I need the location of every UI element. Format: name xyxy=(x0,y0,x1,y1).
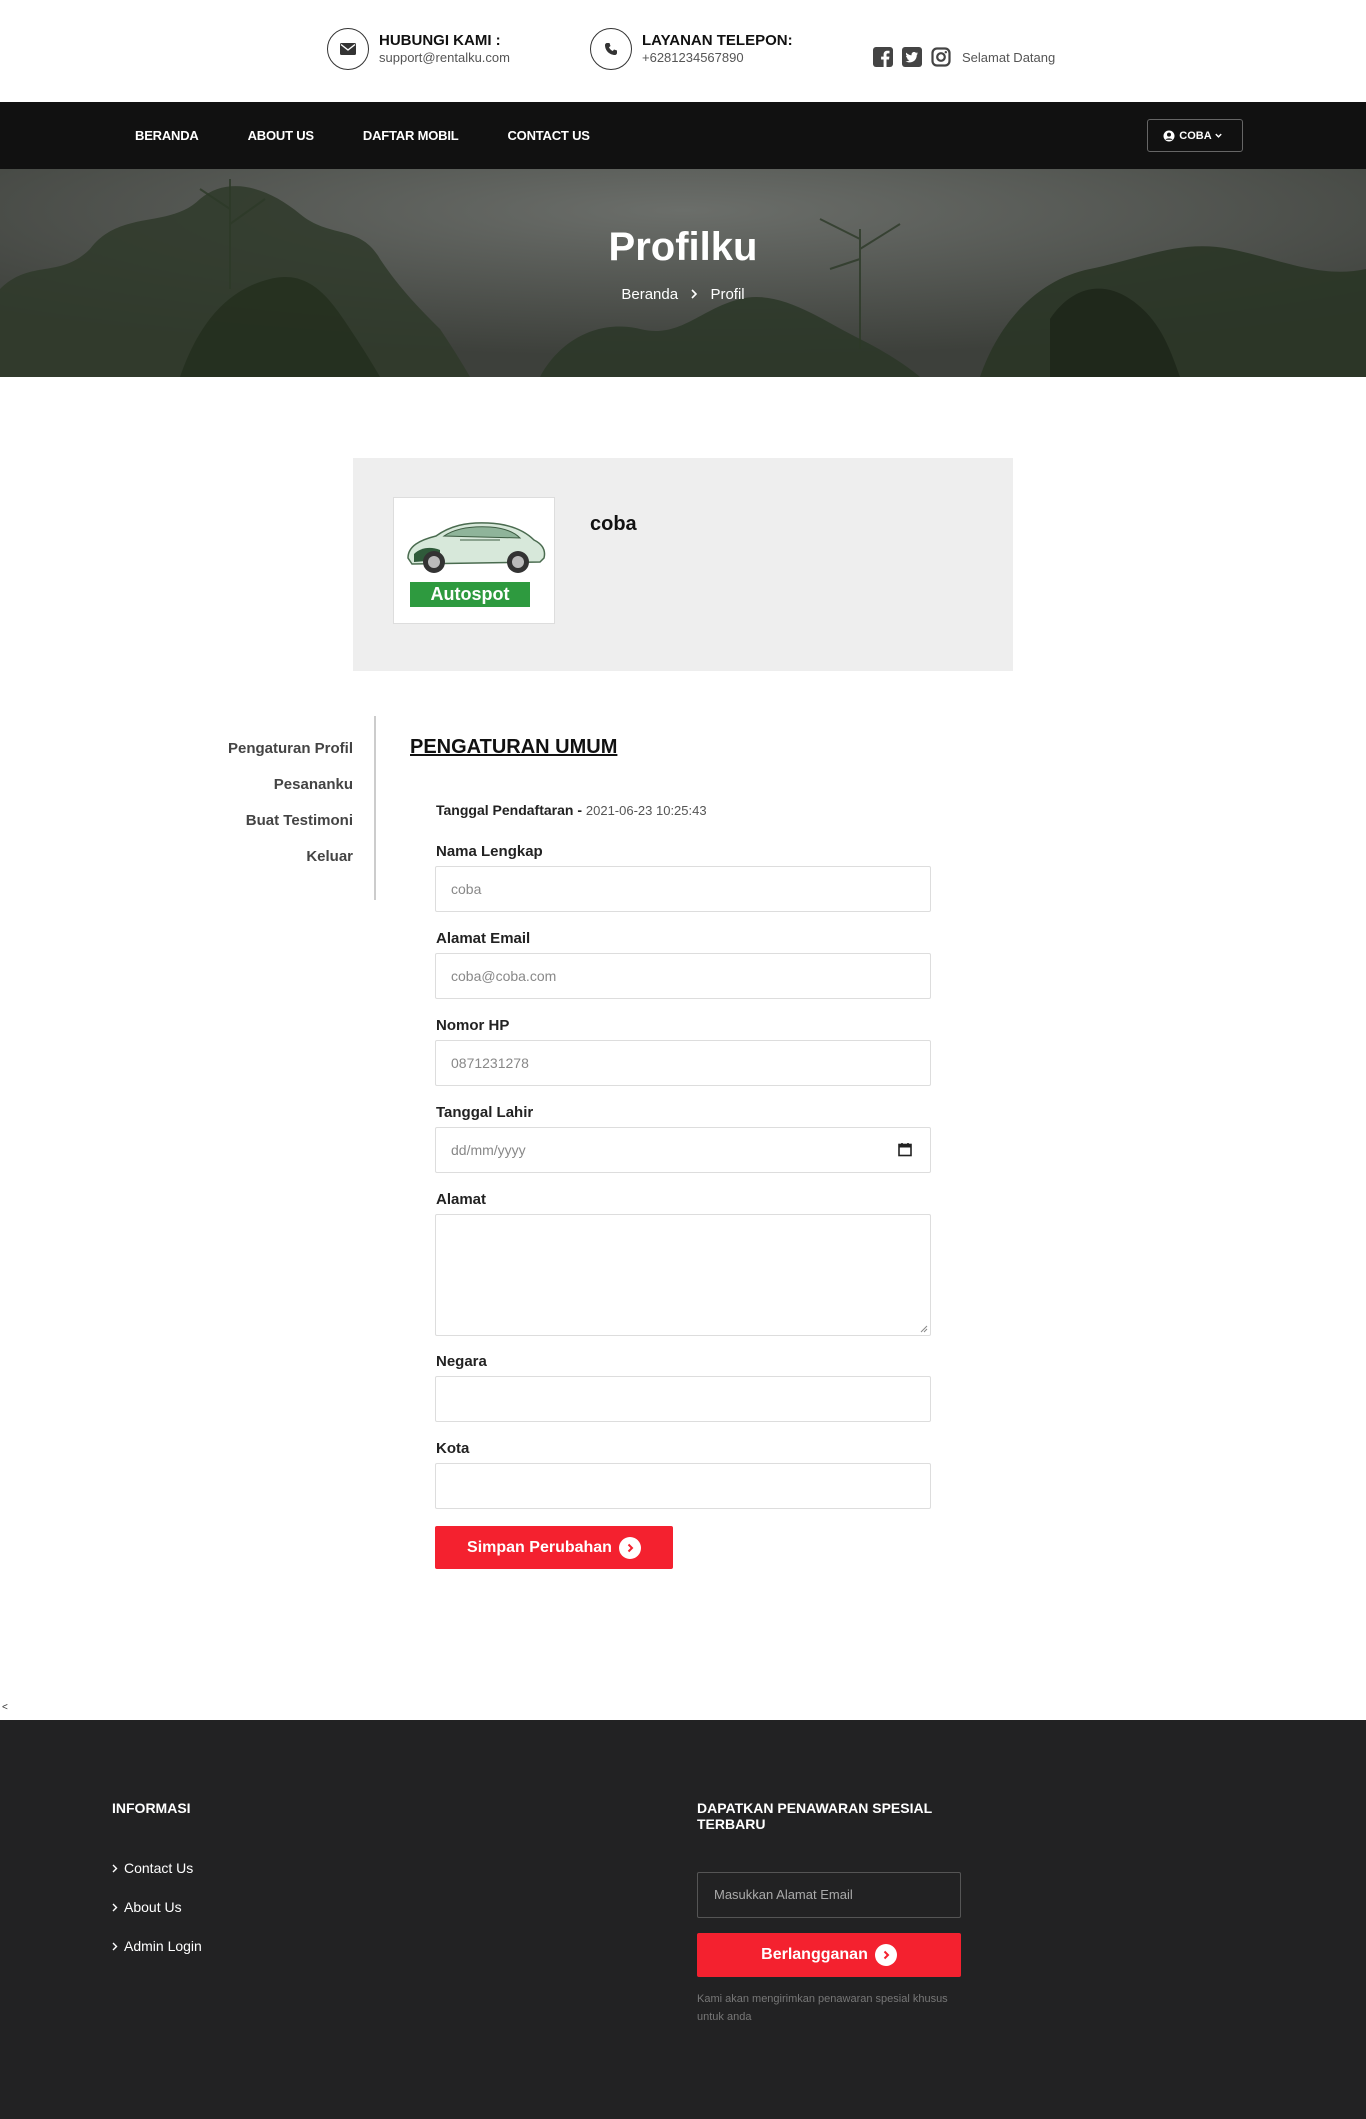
footer-info-title: INFORMASI xyxy=(112,1800,191,1816)
save-changes-label: Simpan Perubahan xyxy=(467,1538,612,1556)
newsletter-email-input[interactable]: Masukkan Alamat Email xyxy=(697,1872,961,1918)
phone-icon xyxy=(590,28,632,70)
footer: INFORMASI Contact Us About Us Admin Logi… xyxy=(0,1720,1366,2119)
subscribe-button[interactable]: Berlangganan xyxy=(697,1933,961,1977)
footer-link-label: Contact Us xyxy=(124,1860,194,1876)
nav-item-beranda[interactable]: BERANDA xyxy=(135,128,199,143)
footer-link-admin-login[interactable]: Admin Login xyxy=(112,1938,202,1954)
nav-item-about-us[interactable]: ABOUT US xyxy=(248,128,314,143)
contact-phone-title: LAYANAN TELEPON: xyxy=(642,32,793,49)
email-field[interactable]: coba@coba.com xyxy=(435,953,931,999)
envelope-icon xyxy=(327,28,369,70)
phone-field[interactable]: 0871231278 xyxy=(435,1040,931,1086)
welcome-text: Selamat Datang xyxy=(962,49,1056,65)
save-changes-button[interactable]: Simpan Perubahan xyxy=(435,1526,673,1569)
contact-email-title: HUBUNGI KAMI : xyxy=(379,32,501,49)
user-dropdown-button[interactable]: COBA xyxy=(1147,119,1243,152)
chevron-right-icon xyxy=(112,1903,118,1911)
footer-link-about-us[interactable]: About Us xyxy=(112,1899,182,1915)
chevron-right-icon xyxy=(690,286,702,303)
contact-phone: LAYANAN TELEPON: +6281234567890 xyxy=(590,28,793,70)
contact-email-value[interactable]: support@rentalku.com xyxy=(379,50,510,66)
profile-username: coba xyxy=(590,513,637,535)
registration-date-label: Tanggal Pendaftaran - xyxy=(436,802,582,818)
birth-date-label: Tanggal Lahir xyxy=(436,1104,534,1121)
stray-character: < xyxy=(2,1702,8,1713)
side-item-pesananku[interactable]: Pesananku xyxy=(200,767,374,803)
section-title: PENGATURAN UMUM xyxy=(410,736,618,758)
subscribe-label: Berlangganan xyxy=(761,1946,868,1963)
user-circle-icon xyxy=(1163,130,1175,141)
twitter-icon[interactable] xyxy=(902,47,922,67)
breadcrumb: Beranda Profil xyxy=(0,286,1366,303)
page-title: Profilku xyxy=(608,225,758,269)
contact-email: HUBUNGI KAMI : support@rentalku.com xyxy=(327,28,510,70)
registration-date-value: 2021-06-23 10:25:43 xyxy=(585,803,707,818)
car-logo-icon xyxy=(407,522,546,573)
footer-link-contact-us[interactable]: Contact Us xyxy=(112,1860,193,1876)
arrow-right-icon xyxy=(618,1536,641,1559)
logo-label: Autospot xyxy=(410,582,530,607)
nav-item-contact-us[interactable]: CONTACT US xyxy=(507,128,589,143)
full-name-field[interactable]: coba xyxy=(435,866,931,912)
contact-phone-value[interactable]: +6281234567890 xyxy=(642,50,793,66)
calendar-icon[interactable] xyxy=(898,1142,912,1157)
birth-date-placeholder: dd/mm/yyyy xyxy=(451,1142,526,1158)
profile-card: Autospot coba xyxy=(353,458,1013,671)
country-field[interactable] xyxy=(435,1376,931,1422)
side-item-keluar[interactable]: Keluar xyxy=(200,839,374,875)
breadcrumb-home[interactable]: Beranda xyxy=(621,286,678,303)
top-contact-bar: HUBUNGI KAMI : support@rentalku.com LAYA… xyxy=(0,0,1366,102)
city-field[interactable] xyxy=(435,1463,931,1509)
address-label: Alamat xyxy=(436,1191,487,1208)
registration-date: Tanggal Pendaftaran - 2021-06-23 10:25:4… xyxy=(436,802,707,818)
instagram-icon[interactable] xyxy=(931,47,951,67)
chevron-right-icon xyxy=(112,1864,118,1872)
side-item-pengaturan-profil[interactable]: Pengaturan Profil xyxy=(200,731,374,767)
main-nav: BERANDA ABOUT US DAFTAR MOBIL CONTACT US… xyxy=(0,102,1366,169)
social-links: Selamat Datang xyxy=(873,47,1055,67)
email-label: Alamat Email xyxy=(436,930,531,947)
arrow-right-icon xyxy=(874,1944,897,1966)
avatar: Autospot xyxy=(393,497,555,624)
resize-grip-icon[interactable] xyxy=(919,1324,928,1333)
nav-item-daftar-mobil[interactable]: DAFTAR MOBIL xyxy=(363,128,459,143)
facebook-icon[interactable] xyxy=(873,47,893,67)
user-dropdown-label: COBA xyxy=(1179,129,1212,142)
address-textarea[interactable] xyxy=(435,1214,931,1336)
chevron-down-icon xyxy=(1214,133,1222,138)
phone-label: Nomor HP xyxy=(436,1017,510,1034)
breadcrumb-current: Profil xyxy=(710,286,745,303)
nav-menu: BERANDA ABOUT US DAFTAR MOBIL CONTACT US xyxy=(135,102,639,169)
city-label: Kota xyxy=(436,1440,470,1457)
page-hero: Profilku Beranda Profil xyxy=(0,169,1366,377)
hero-background-image xyxy=(0,169,1366,377)
country-label: Negara xyxy=(436,1353,487,1370)
footer-link-label: About Us xyxy=(124,1899,182,1915)
newsletter-note: Kami akan mengirimkan penawaran spesial … xyxy=(697,1993,948,2023)
footer-promo-title: DAPATKAN PENAWARAN SPESIAL TERBARU xyxy=(697,1800,932,1832)
profile-side-menu: Pengaturan Profil Pesananku Buat Testimo… xyxy=(200,716,376,900)
footer-link-label: Admin Login xyxy=(124,1938,202,1954)
birth-date-field[interactable]: dd/mm/yyyy xyxy=(435,1127,931,1173)
side-item-buat-testimoni[interactable]: Buat Testimoni xyxy=(200,803,374,839)
chevron-right-icon xyxy=(112,1942,118,1950)
full-name-label: Nama Lengkap xyxy=(436,843,543,860)
